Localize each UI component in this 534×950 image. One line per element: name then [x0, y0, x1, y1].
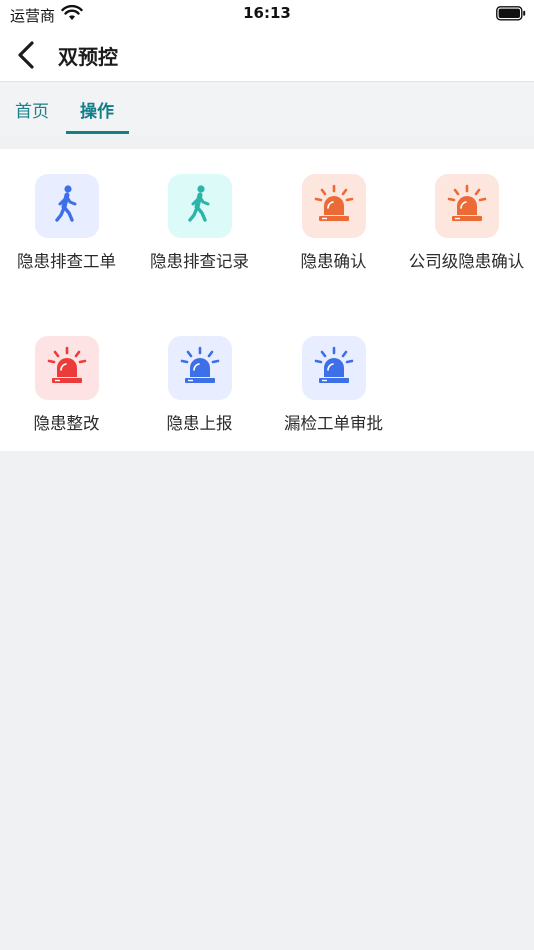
tab-home[interactable]: 首页	[15, 97, 49, 122]
grid-item-label: 公司级隐患确认	[408, 252, 525, 271]
page-title: 双预控	[58, 45, 118, 69]
icon-tile	[167, 174, 232, 238]
navigation-bar: 双预控	[0, 28, 534, 82]
alarm-light-icon	[47, 346, 87, 390]
status-time: 16:13	[243, 4, 291, 22]
grid-item-missed-inspection-approval[interactable]: 漏检工单审批	[267, 336, 400, 435]
alarm-light-icon	[180, 346, 220, 390]
battery-icon	[496, 6, 526, 25]
grid-item-label: 隐患排查记录	[150, 252, 249, 271]
grid-item-label: 隐患确认	[300, 252, 367, 271]
walking-person-icon	[185, 184, 215, 228]
icon-tile	[34, 174, 99, 238]
grid-item-label: 漏检工单审批	[284, 414, 383, 433]
grid-item-company-hazard-confirm[interactable]: 公司级隐患确认	[400, 174, 533, 273]
icon-tile	[301, 174, 366, 238]
grid-item-label: 隐患排查工单	[17, 252, 116, 271]
grid-item-hazard-rectification[interactable]: 隐患整改	[0, 336, 133, 435]
alarm-light-icon	[314, 184, 354, 228]
grid-item-hazard-report[interactable]: 隐患上报	[133, 336, 266, 435]
icon-tile	[167, 336, 232, 400]
tab-bar: 首页 操作	[0, 83, 534, 135]
grid-item-label: 隐患整改	[33, 414, 100, 433]
icon-tile	[434, 174, 499, 238]
grid-item-hazard-inspection-order[interactable]: 隐患排查工单	[0, 174, 133, 273]
active-tab-indicator	[66, 131, 129, 134]
tab-operations[interactable]: 操作	[80, 97, 114, 122]
icon-tile	[301, 336, 366, 400]
back-button[interactable]	[12, 38, 42, 72]
alarm-light-icon	[314, 346, 354, 390]
chevron-left-icon	[12, 41, 42, 76]
icon-tile	[34, 336, 99, 400]
grid-item-hazard-confirm[interactable]: 隐患确认	[267, 174, 400, 273]
operations-grid: 隐患排查工单 隐患排查记录 隐患确认 公司级隐患确认 隐患整改 隐患上报 漏检工…	[0, 149, 534, 451]
grid-item-hazard-inspection-record[interactable]: 隐患排查记录	[133, 174, 266, 273]
grid-item-label: 隐患上报	[166, 414, 233, 433]
walking-person-icon	[52, 184, 82, 228]
alarm-light-icon	[447, 184, 487, 228]
status-bar: 运营商 16:13	[0, 0, 534, 28]
